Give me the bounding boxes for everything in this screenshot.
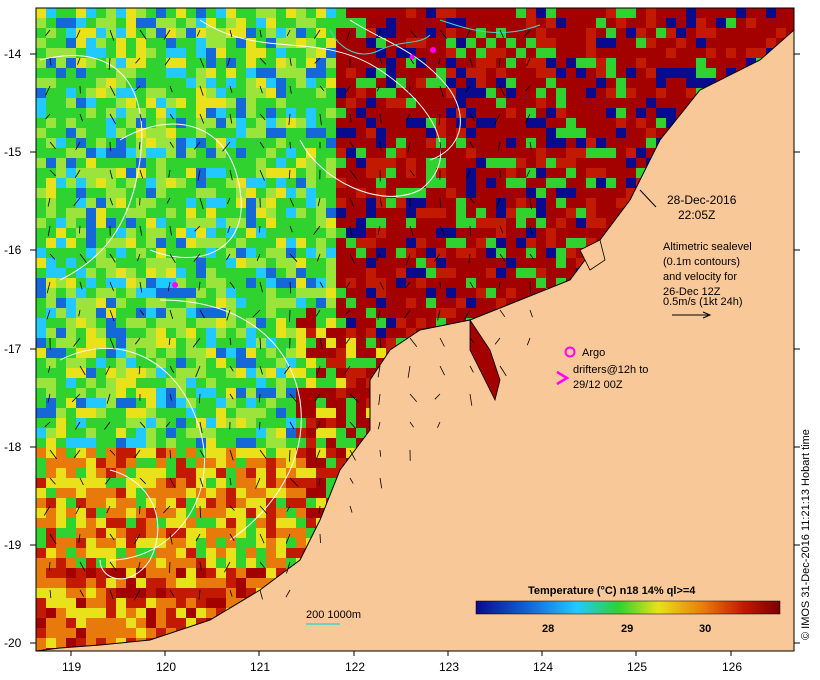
x-tick-label: 126 (722, 660, 742, 674)
depth-label: 200 1000m (306, 609, 361, 621)
colorbar-title: Temperature (°C) n18 14% ql>=4 (528, 585, 696, 597)
x-axis: 119 120 121 122 123 124 125 126 (62, 651, 742, 674)
altimetry-line-5: 0.5m/s (1kt 24h) (663, 296, 742, 308)
colorbar-tick: 30 (699, 623, 711, 635)
sst-map: 119 120 121 122 123 124 125 126 -14 -15 -16 -17 -18… (4, 7, 800, 674)
y-tick-label: -15 (4, 145, 22, 159)
y-tick-label: -19 (4, 538, 22, 552)
timestamp-time: 22:05Z (678, 208, 715, 222)
y-tick-label: -18 (4, 440, 22, 454)
drifter-marker (409, 54, 415, 60)
argo-label: Argo (582, 347, 605, 359)
altimetry-line-2: (0.1m contours) (663, 256, 740, 268)
x-tick-label: 123 (439, 660, 459, 674)
x-tick-label: 120 (156, 660, 176, 674)
drifter-marker (430, 47, 436, 53)
x-tick-label: 122 (345, 660, 365, 674)
y-tick-label: -16 (4, 243, 22, 257)
colorbar-tick: 28 (542, 623, 554, 635)
drifter-label-1: drifters@12h to (573, 364, 648, 376)
y-tick-label: -14 (4, 47, 22, 61)
y-tick-label: -17 (4, 342, 22, 356)
drifter-label-2: 29/12 00Z (573, 379, 623, 391)
colorbar-gradient (475, 600, 781, 615)
x-tick-label: 124 (533, 660, 553, 674)
altimetry-line-1: Altimetric sealevel (663, 241, 752, 253)
colorbar-tick: 29 (621, 623, 633, 635)
imos-credit: © IMOS 31-Dec-2016 11:21:13 Hobart time (800, 429, 812, 640)
timestamp-date: 28-Dec-2016 (667, 193, 737, 207)
map-plot-area (36, 8, 794, 651)
x-tick-label: 125 (627, 660, 647, 674)
y-tick-label: -20 (4, 636, 22, 650)
drifter-marker (172, 282, 178, 288)
x-tick-label: 119 (62, 660, 81, 674)
altimetry-line-3: and velocity for (663, 271, 737, 283)
x-tick-label: 121 (250, 660, 270, 674)
